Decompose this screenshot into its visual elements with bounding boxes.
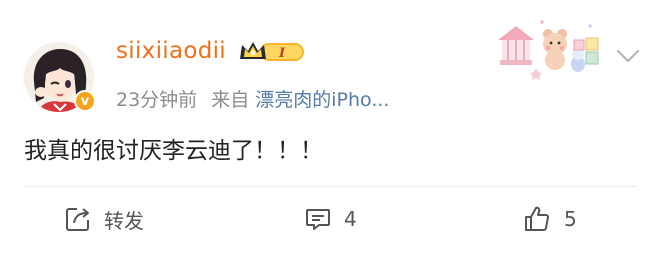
post-time: 23分钟前 [116,89,198,111]
comment-button[interactable]: 4 [304,203,357,235]
divider [24,186,636,187]
repost-label: 转发 [104,208,144,233]
like-button[interactable]: 5 [522,203,577,235]
comment-icon [306,209,330,230]
crown-vip-icon[interactable]: I [238,39,308,65]
from-label: 来自 [211,89,250,111]
username[interactable]: siixiiaodii [116,38,226,64]
post-source-link[interactable]: 漂亮肉的iPho... [255,89,389,111]
post-meta: 23分钟前 来自 漂亮肉的iPho... [116,85,389,112]
like-count: 5 [564,207,577,231]
comment-count: 4 [344,207,357,231]
chevron-down-icon[interactable] [615,46,641,66]
repost-icon [66,208,89,231]
weibo-post-card: v siixiiaodii I 23分钟前 来自 漂亮肉的iPho... 我真的… [0,0,660,254]
carousel-decoration-icon [490,12,602,82]
post-text: 我真的很讨厌李云迪了！！！ [24,138,323,164]
like-icon [525,206,550,231]
repost-button[interactable]: 转发 [64,203,144,235]
verified-badge: v [74,90,96,112]
vip-level-text: I [278,46,286,61]
